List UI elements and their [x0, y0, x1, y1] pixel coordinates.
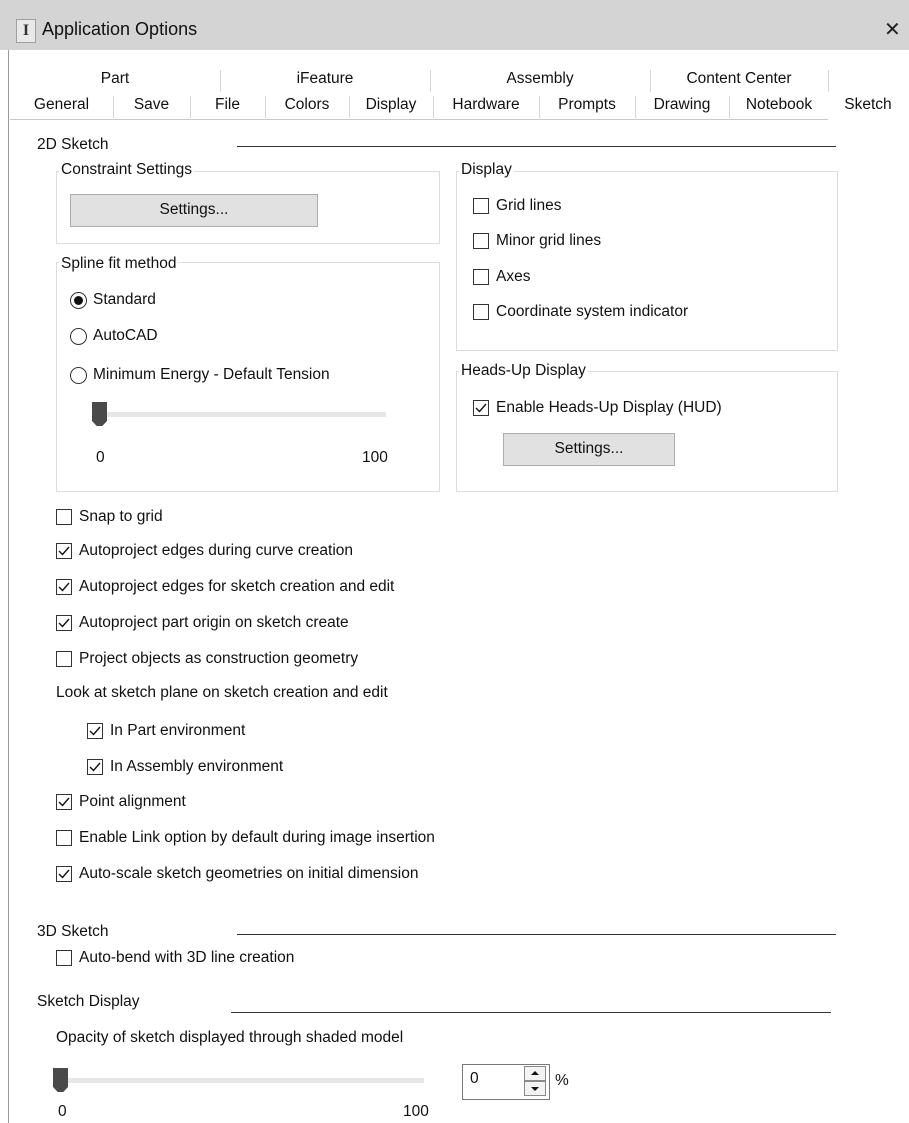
close-icon[interactable]: ✕	[884, 17, 901, 42]
tab-part[interactable]: Part	[10, 70, 221, 92]
tension-slider-thumb[interactable]	[92, 402, 107, 426]
tab-hardware[interactable]: Hardware	[433, 96, 540, 118]
radio-minimum-energy-label: Minimum Energy - Default Tension	[93, 366, 330, 383]
autoproject-sketch-label: Autoproject edges for sketch creation an…	[79, 578, 395, 595]
checkmark-icon	[475, 403, 487, 413]
checkbox-project-construction[interactable]	[56, 651, 72, 667]
in-assembly-label: In Assembly environment	[110, 758, 284, 775]
caret-down-icon	[531, 1087, 539, 1091]
auto-bend-label: Auto-bend with 3D line creation	[79, 949, 295, 966]
checkbox-minor-grid-lines[interactable]	[473, 233, 489, 249]
tension-slider-min: 0	[96, 449, 105, 466]
heading-rule	[231, 1012, 831, 1013]
spinner-down-button[interactable]	[524, 1081, 546, 1096]
checkmark-icon	[58, 869, 70, 879]
heading-rule	[237, 146, 836, 147]
opacity-unit: %	[555, 1072, 569, 1089]
tab-notebook[interactable]: Notebook	[729, 96, 830, 118]
tab-general[interactable]: General	[10, 96, 114, 118]
heading-2d-sketch: 2D Sketch	[37, 136, 109, 153]
minor-grid-lines-label: Minor grid lines	[496, 232, 602, 249]
checkbox-autoproject-sketch[interactable]	[56, 579, 72, 595]
constraint-settings-button[interactable]: Settings...	[70, 194, 318, 227]
checkbox-enable-link[interactable]	[56, 830, 72, 846]
checkbox-auto-scale[interactable]	[56, 866, 72, 882]
hud-group	[456, 371, 838, 492]
heading-rule	[237, 934, 836, 935]
tab-colors[interactable]: Colors	[265, 96, 350, 118]
opacity-spinner-input[interactable]: 0	[470, 1070, 479, 1088]
checkmark-icon	[89, 726, 101, 736]
opacity-slider-thumb[interactable]	[53, 1068, 68, 1092]
opacity-slider-track[interactable]	[54, 1078, 424, 1083]
checkbox-autoproject-origin[interactable]	[56, 615, 72, 631]
project-construction-label: Project objects as construction geometry	[79, 650, 359, 667]
look-at-label: Look at sketch plane on sketch creation …	[56, 684, 388, 701]
constraint-settings-label: Constraint Settings	[59, 161, 194, 179]
spinner-up-button[interactable]	[524, 1066, 546, 1081]
checkbox-point-alignment[interactable]	[56, 794, 72, 810]
opacity-label: Opacity of sketch displayed through shad…	[56, 1029, 404, 1046]
tab-sketch[interactable]: Sketch	[829, 93, 907, 119]
tab-display[interactable]: Display	[349, 96, 434, 118]
tab-divider	[10, 119, 828, 120]
checkmark-icon	[58, 797, 70, 807]
hud-label: Heads-Up Display	[459, 362, 588, 380]
in-part-label: In Part environment	[110, 722, 246, 739]
checkbox-auto-bend[interactable]	[56, 950, 72, 966]
snap-to-grid-label: Snap to grid	[79, 508, 163, 525]
radio-standard[interactable]	[70, 292, 87, 309]
tension-slider-max: 100	[362, 449, 388, 466]
radio-autocad[interactable]	[70, 328, 87, 345]
checkbox-coordinate-indicator[interactable]	[473, 304, 489, 320]
tab-content-center[interactable]: Content Center	[650, 70, 829, 92]
checkmark-icon	[58, 546, 70, 556]
window-border	[8, 50, 9, 1123]
coordinate-indicator-label: Coordinate system indicator	[496, 303, 689, 320]
display-label: Display	[459, 161, 514, 179]
auto-scale-label: Auto-scale sketch geometries on initial …	[79, 865, 419, 882]
heading-3d-sketch: 3D Sketch	[37, 923, 109, 940]
opacity-slider-max: 100	[403, 1103, 429, 1120]
tab-drawing[interactable]: Drawing	[635, 96, 730, 118]
checkbox-in-assembly[interactable]	[87, 759, 103, 775]
checkmark-icon	[89, 762, 101, 772]
radio-standard-label: Standard	[93, 291, 156, 308]
window-title: Application Options	[42, 19, 198, 39]
tab-save[interactable]: Save	[113, 96, 191, 118]
tab-prompts[interactable]: Prompts	[539, 96, 636, 118]
grid-lines-label: Grid lines	[496, 197, 562, 214]
checkbox-snap-to-grid[interactable]	[56, 509, 72, 525]
checkbox-axes[interactable]	[473, 269, 489, 285]
tension-slider-track[interactable]	[92, 412, 386, 417]
checkbox-grid-lines[interactable]	[473, 198, 489, 214]
checkbox-in-part[interactable]	[87, 723, 103, 739]
radio-minimum-energy[interactable]	[70, 367, 87, 384]
tab-file[interactable]: File	[190, 96, 266, 118]
autoproject-origin-label: Autoproject part origin on sketch create	[79, 614, 349, 631]
app-icon: I	[16, 19, 36, 43]
checkmark-icon	[58, 618, 70, 628]
caret-up-icon	[531, 1071, 539, 1075]
radio-autocad-label: AutoCAD	[93, 327, 158, 344]
axes-label: Axes	[496, 268, 531, 285]
enable-hud-label: Enable Heads-Up Display (HUD)	[496, 399, 722, 416]
point-alignment-label: Point alignment	[79, 793, 186, 810]
checkbox-autoproject-curve[interactable]	[56, 543, 72, 559]
autoproject-curve-label: Autoproject edges during curve creation	[79, 542, 353, 559]
checkmark-icon	[58, 582, 70, 592]
checkbox-enable-hud[interactable]	[473, 400, 489, 416]
tab-assembly[interactable]: Assembly	[430, 70, 651, 92]
hud-settings-button[interactable]: Settings...	[503, 433, 675, 466]
heading-sketch-display: Sketch Display	[37, 993, 140, 1010]
enable-link-label: Enable Link option by default during ima…	[79, 829, 435, 846]
opacity-slider-min: 0	[58, 1103, 67, 1120]
spline-fit-label: Spline fit method	[59, 255, 179, 273]
tab-ifeature[interactable]: iFeature	[220, 70, 431, 92]
